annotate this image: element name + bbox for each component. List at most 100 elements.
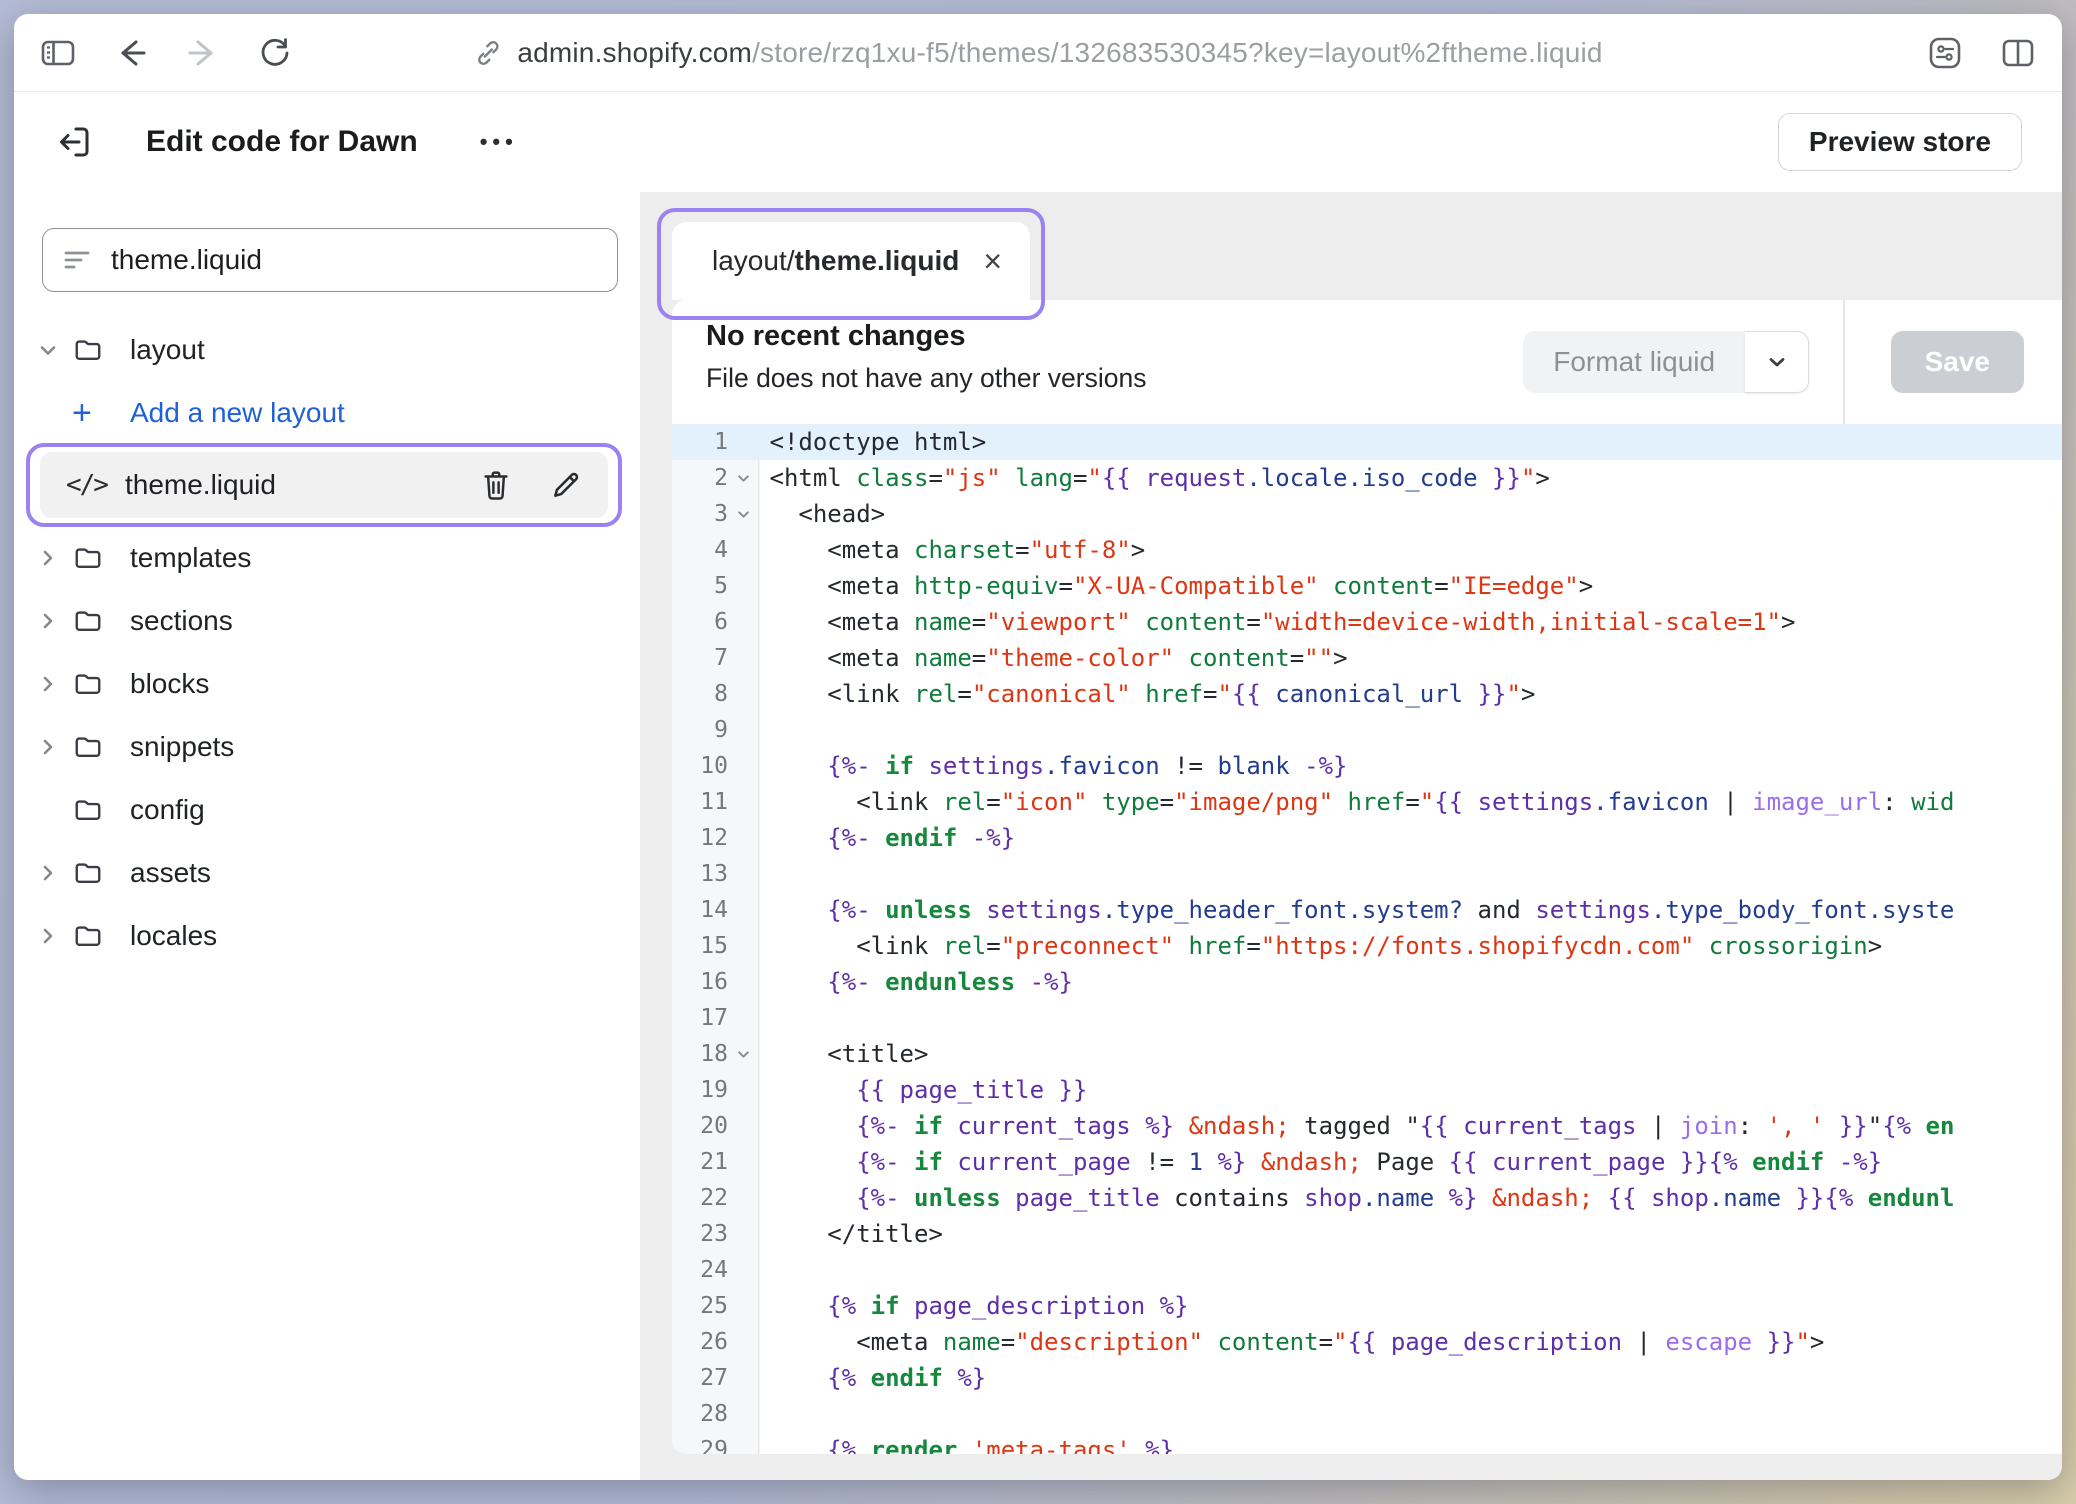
code-line-19[interactable]: 19 {{ page_title }} (672, 1072, 2062, 1108)
code-text (760, 1000, 770, 1036)
close-icon[interactable]: × (983, 245, 1002, 277)
code-line-21[interactable]: 21 {%- if current_page != 1 %} &ndash; P… (672, 1144, 2062, 1180)
more-menu-icon[interactable]: ••• (480, 129, 518, 155)
fold-spacer (728, 748, 760, 784)
add-layout-label: Add a new layout (130, 397, 345, 429)
code-line-26[interactable]: 26 <meta name="description" content="{{ … (672, 1324, 2062, 1360)
code-line-11[interactable]: 11 <link rel="icon" type="image/png" hre… (672, 784, 2062, 820)
code-line-29[interactable]: 29 {% render 'meta-tags' %} (672, 1432, 2062, 1454)
fold-spacer (728, 1252, 760, 1288)
line-number: 17 (672, 1000, 728, 1036)
code-line-3[interactable]: 3 <head> (672, 496, 2062, 532)
exit-editor-icon[interactable] (54, 122, 94, 162)
sidebar-folder-blocks[interactable]: blocks (14, 652, 640, 715)
code-text: {%- if current_tags %} &ndash; tagged "{… (760, 1108, 1955, 1144)
sidebar-folder-sections[interactable]: sections (14, 589, 640, 652)
line-number: 15 (672, 928, 728, 964)
add-new-layout-button[interactable]: +Add a new layout (14, 381, 640, 444)
sidebar-folder-layout[interactable]: layout (14, 318, 640, 381)
line-number: 27 (672, 1360, 728, 1396)
fold-spacer (728, 928, 760, 964)
reload-icon[interactable] (258, 36, 292, 70)
format-liquid-split-button: Format liquid (1523, 331, 1809, 393)
sidebar-folder-config[interactable]: config (14, 778, 640, 841)
sidebar-item-theme-liquid[interactable]: </>theme.liquid (14, 450, 640, 520)
code-line-25[interactable]: 25 {% if page_description %} (672, 1288, 2062, 1324)
sidebar-folder-locales[interactable]: locales (14, 904, 640, 967)
fold-spacer (728, 1180, 760, 1216)
file-search-input[interactable]: theme.liquid (42, 228, 618, 292)
code-line-14[interactable]: 14 {%- unless settings.type_header_font.… (672, 892, 2062, 928)
fold-spacer (728, 964, 760, 1000)
code-text: <meta name="description" content="{{ pag… (760, 1324, 1825, 1360)
code-text: <meta name="theme-color" content=""> (760, 640, 1348, 676)
fold-spacer (728, 1000, 760, 1036)
code-line-10[interactable]: 10 {%- if settings.favicon != blank -%} (672, 748, 2062, 784)
back-icon[interactable] (114, 38, 148, 68)
code-line-22[interactable]: 22 {%- unless page_title contains shop.n… (672, 1180, 2062, 1216)
code-line-17[interactable]: 17 (672, 1000, 2062, 1036)
sidebar-toggle-icon[interactable] (40, 37, 76, 69)
code-line-1[interactable]: 1<!doctype html> (672, 424, 2062, 460)
fold-spacer (728, 1324, 760, 1360)
code-line-6[interactable]: 6 <meta name="viewport" content="width=d… (672, 604, 2062, 640)
rename-icon[interactable] (550, 469, 582, 501)
sidebar-folder-assets[interactable]: assets (14, 841, 640, 904)
code-line-5[interactable]: 5 <meta http-equiv="X-UA-Compatible" con… (672, 568, 2062, 604)
save-button[interactable]: Save (1891, 331, 2024, 393)
code-text (760, 712, 770, 748)
code-text: {%- unless page_title contains shop.name… (760, 1180, 1955, 1216)
line-number: 21 (672, 1144, 728, 1180)
fold-spacer (728, 1288, 760, 1324)
code-line-9[interactable]: 9 (672, 712, 2062, 748)
app-header: Edit code for Dawn ••• Preview store (14, 92, 2062, 192)
line-number: 18 (672, 1036, 728, 1072)
browser-window: admin.shopify.com/store/rzq1xu-f5/themes… (14, 14, 2062, 1480)
fold-toggle[interactable] (728, 1036, 760, 1072)
page-settings-icon[interactable] (1926, 36, 1964, 70)
code-line-18[interactable]: 18 <title> (672, 1036, 2062, 1072)
code-line-8[interactable]: 8 <link rel="canonical" href="{{ canonic… (672, 676, 2062, 712)
preview-store-button[interactable]: Preview store (1778, 113, 2022, 171)
code-line-16[interactable]: 16 {%- endunless -%} (672, 964, 2062, 1000)
code-line-7[interactable]: 7 <meta name="theme-color" content=""> (672, 640, 2062, 676)
format-liquid-button[interactable]: Format liquid (1523, 331, 1745, 393)
url-domain: admin.shopify.com (517, 37, 752, 68)
chevron-right-icon (36, 672, 60, 696)
folder-icon (72, 335, 104, 365)
code-line-20[interactable]: 20 {%- if current_tags %} &ndash; tagged… (672, 1108, 2062, 1144)
sidebar-folder-snippets[interactable]: snippets (14, 715, 640, 778)
fold-spacer (728, 604, 760, 640)
code-line-12[interactable]: 12 {%- endif -%} (672, 820, 2062, 856)
chevron-right-icon (36, 609, 60, 633)
code-line-13[interactable]: 13 (672, 856, 2062, 892)
split-view-icon[interactable] (2000, 37, 2036, 69)
folder-label: snippets (130, 731, 234, 763)
code-line-27[interactable]: 27 {% endif %} (672, 1360, 2062, 1396)
code-text: <head> (760, 496, 886, 532)
folder-icon (72, 858, 104, 888)
delete-icon[interactable] (480, 468, 512, 502)
line-number: 6 (672, 604, 728, 640)
folder-label: sections (130, 605, 233, 637)
line-number: 20 (672, 1108, 728, 1144)
editor-toolbar: No recent changes File does not have any… (672, 300, 2062, 424)
format-dropdown-button[interactable] (1745, 331, 1809, 393)
code-editor[interactable]: 1<!doctype html>2<html class="js" lang="… (672, 424, 2062, 1454)
code-line-15[interactable]: 15 <link rel="preconnect" href="https://… (672, 928, 2062, 964)
code-line-24[interactable]: 24 (672, 1252, 2062, 1288)
fold-toggle[interactable] (728, 496, 760, 532)
fold-toggle[interactable] (728, 460, 760, 496)
code-line-2[interactable]: 2<html class="js" lang="{{ request.local… (672, 460, 2062, 496)
code-line-23[interactable]: 23 </title> (672, 1216, 2062, 1252)
tab-theme-liquid[interactable]: layout/theme.liquid × (672, 222, 1030, 300)
selected-file-pill[interactable]: </>theme.liquid (40, 452, 608, 518)
sidebar-folder-templates[interactable]: templates (14, 526, 640, 589)
code-line-28[interactable]: 28 (672, 1396, 2062, 1432)
version-status-subtitle: File does not have any other versions (706, 363, 1523, 394)
code-file-icon: </> (66, 470, 107, 500)
code-line-4[interactable]: 4 <meta charset="utf-8"> (672, 532, 2062, 568)
address-bar[interactable]: admin.shopify.com/store/rzq1xu-f5/themes… (473, 14, 1602, 91)
forward-icon[interactable] (186, 38, 220, 68)
code-text (760, 1396, 770, 1432)
